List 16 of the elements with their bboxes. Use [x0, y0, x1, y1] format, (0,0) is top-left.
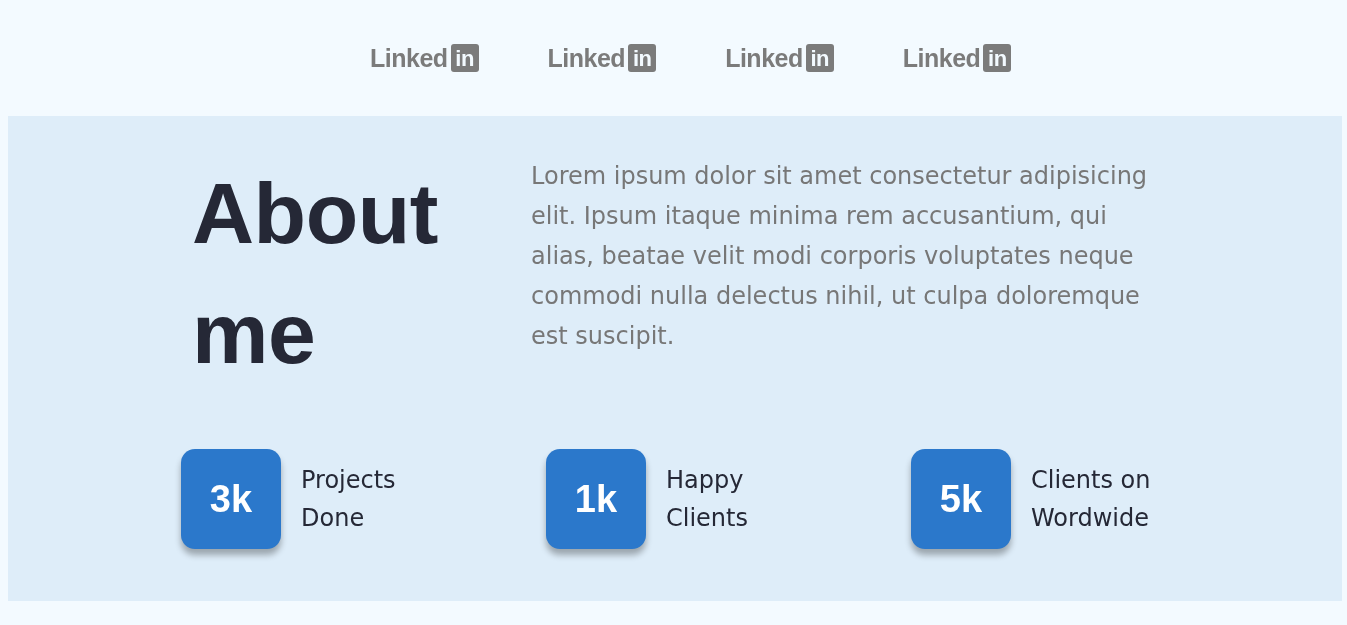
- stat-label: Happy Clients: [666, 465, 749, 534]
- logo-wordmark: Linked: [547, 44, 626, 72]
- stat-label: Clients on Wordwide: [1031, 465, 1152, 534]
- logo-badge: in: [805, 44, 834, 72]
- logo-wordmark: Linked: [902, 44, 981, 72]
- logo-badge: in: [450, 44, 479, 72]
- logo-wordmark: Linked: [370, 44, 448, 72]
- about-heading: About me: [192, 164, 439, 383]
- about-paragraph: Lorem ipsum dolor sit amet consectetur adipisicing elit. Ipsum itaque minima rem accusantium, qui alias, beatae velit modi corporis voluptates neque commodi nulla delectus nihil, ut culpa doloremque est suscipit.: [531, 161, 1149, 352]
- logo-badge: in: [983, 44, 1012, 72]
- logo-badge: in: [628, 44, 657, 72]
- stat-value: 3k: [181, 449, 281, 549]
- stat-value: 1k: [546, 449, 646, 549]
- logo-wordmark: Linked: [725, 44, 803, 72]
- stat-label: Projects Done: [301, 465, 397, 534]
- stat-value: 5k: [911, 449, 1011, 549]
